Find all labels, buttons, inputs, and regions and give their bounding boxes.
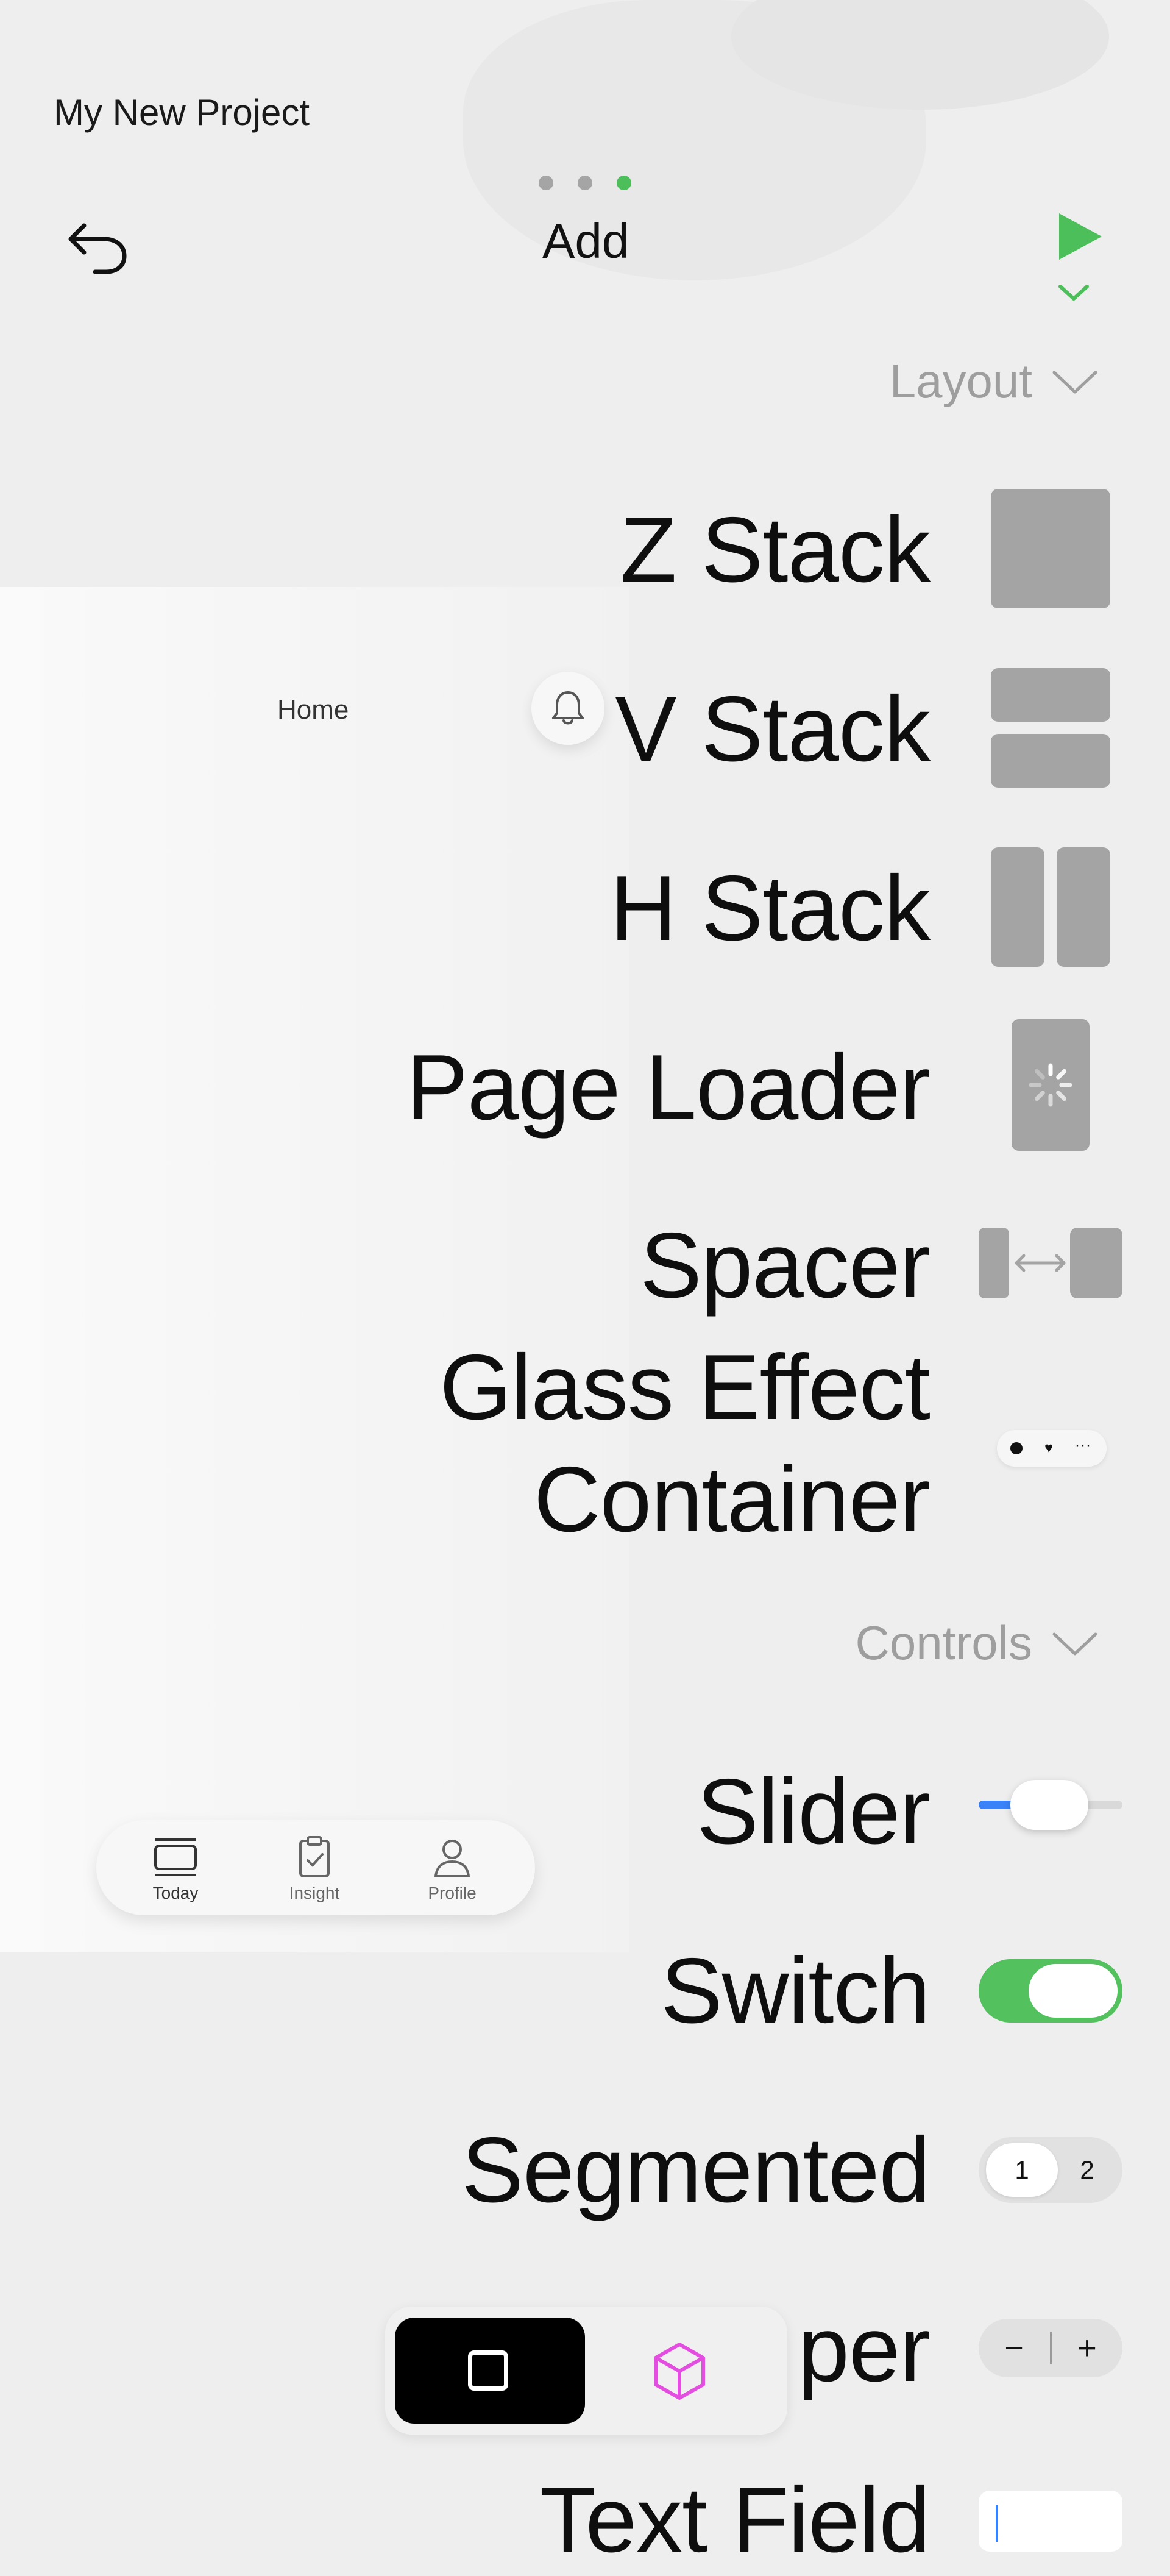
double-arrow-icon xyxy=(1015,1254,1066,1272)
item-label-slider[interactable]: Slider xyxy=(697,1756,931,1868)
segmented-preview[interactable]: 1 2 xyxy=(979,2137,1122,2203)
switch-knob xyxy=(1029,1964,1118,2018)
item-label-stepper[interactable]: per xyxy=(798,2293,931,2405)
chevron-down-icon[interactable] xyxy=(1057,282,1091,304)
item-label-glass-effect-line2[interactable]: Container xyxy=(534,1443,931,1556)
notification-button[interactable] xyxy=(531,672,604,745)
item-label-v-stack[interactable]: V Stack xyxy=(615,673,931,785)
v-stack-icon[interactable] xyxy=(991,668,1110,788)
segment-option-selected[interactable]: 1 xyxy=(986,2143,1058,2197)
item-label-text-field[interactable]: Text Field xyxy=(540,2464,931,2576)
tab-insight[interactable]: Insight xyxy=(272,1836,357,1903)
chevron-down-icon xyxy=(1052,1632,1097,1655)
h-stack-icon[interactable] xyxy=(991,847,1110,967)
item-label-z-stack[interactable]: Z Stack xyxy=(620,494,931,606)
heart-icon: ♥ xyxy=(1044,1440,1054,1456)
square-tool-button[interactable] xyxy=(395,2318,585,2424)
tab-label: Profile xyxy=(428,1884,477,1902)
spinner-icon xyxy=(1029,1063,1072,1107)
page-dot xyxy=(539,176,553,190)
page-title: Add xyxy=(542,214,629,268)
item-label-segmented[interactable]: Segmented xyxy=(462,2114,931,2226)
screen-preview[interactable] xyxy=(0,587,629,1952)
stepper-plus[interactable]: + xyxy=(1069,2319,1105,2377)
bottom-toolbar xyxy=(385,2307,787,2435)
item-label-glass-effect-line1[interactable]: Glass Effect xyxy=(439,1331,931,1443)
section-title: Layout xyxy=(889,354,1032,408)
undo-icon[interactable] xyxy=(61,207,134,280)
section-header-controls[interactable]: Controls xyxy=(856,1615,1099,1671)
more-icon: ··· xyxy=(1075,1437,1091,1454)
clipboard-icon xyxy=(299,1836,330,1877)
tab-label: Insight xyxy=(289,1884,340,1902)
person-icon xyxy=(434,1840,470,1877)
item-label-h-stack[interactable]: H Stack xyxy=(610,852,931,964)
z-stack-icon[interactable] xyxy=(991,489,1110,608)
spacer-icon[interactable] xyxy=(979,1228,1122,1298)
page-dot-active xyxy=(617,176,631,190)
text-cursor xyxy=(996,2505,998,2542)
tab-today[interactable]: Today xyxy=(133,1836,218,1903)
list-icon xyxy=(154,1838,197,1876)
text-field-preview[interactable] xyxy=(979,2491,1122,2552)
tab-profile[interactable]: Profile xyxy=(410,1836,495,1903)
bell-icon xyxy=(552,691,584,725)
page-loader-icon[interactable] xyxy=(1012,1019,1090,1151)
slider-thumb[interactable] xyxy=(1010,1780,1088,1830)
segment-option[interactable]: 2 xyxy=(1069,2143,1105,2197)
page-dot xyxy=(578,176,592,190)
bag-icon xyxy=(1010,1442,1023,1454)
project-title: My New Project xyxy=(54,92,310,133)
page-indicator xyxy=(539,176,631,190)
stepper-preview[interactable]: − + xyxy=(979,2319,1122,2377)
section-title: Controls xyxy=(855,1616,1032,1670)
item-label-page-loader[interactable]: Page Loader xyxy=(406,1031,931,1144)
square-icon xyxy=(468,2350,508,2391)
switch-preview[interactable] xyxy=(979,1959,1122,2023)
play-icon[interactable] xyxy=(1055,211,1104,262)
chevron-down-icon xyxy=(1052,371,1097,393)
stepper-minus[interactable]: − xyxy=(996,2319,1032,2377)
preview-tab-bar: Today Insight Profile xyxy=(96,1820,535,1915)
preview-title: Home xyxy=(277,695,349,725)
section-header-layout[interactable]: Layout xyxy=(890,354,1099,409)
item-label-spacer[interactable]: Spacer xyxy=(640,1209,931,1322)
glass-effect-container-icon[interactable]: ♥ ··· xyxy=(997,1430,1107,1467)
slider-preview[interactable] xyxy=(979,1777,1122,1832)
item-label-switch[interactable]: Switch xyxy=(661,1935,931,2047)
tab-label: Today xyxy=(152,1884,199,1902)
cube-icon[interactable] xyxy=(651,2341,708,2402)
